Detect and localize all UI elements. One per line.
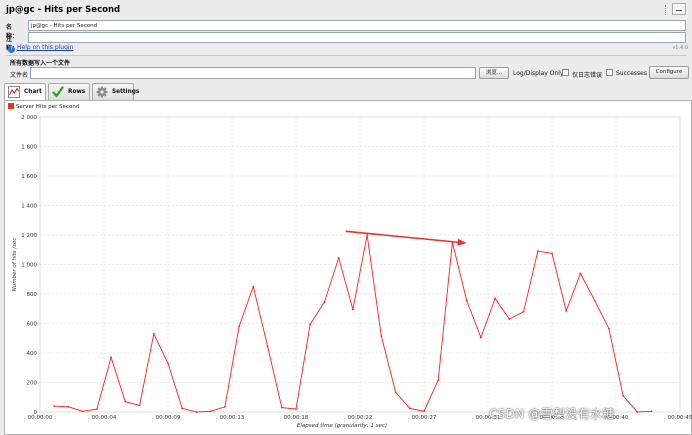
y-tick-label: 600	[27, 322, 38, 328]
y-tick-label: 400	[27, 351, 38, 357]
data-point	[351, 308, 354, 311]
y-tick-label: 800	[27, 292, 38, 298]
data-point	[650, 410, 653, 413]
data-point	[366, 234, 369, 236]
data-point	[195, 411, 198, 413]
data-point	[565, 310, 568, 312]
y-tick-label: 1 600	[21, 174, 37, 180]
data-point	[423, 410, 425, 413]
data-point	[238, 325, 241, 328]
data-point	[323, 301, 326, 304]
data-point	[622, 394, 625, 397]
y-axis-label: Number of hits /sec	[12, 238, 18, 292]
data-point	[465, 299, 468, 302]
data-point	[408, 407, 411, 410]
x-tick-label: 00:00:13	[220, 415, 245, 421]
watermark-text: CSDN @雪梨没有水糖	[489, 407, 615, 421]
x-tick-label: 00:00:18	[284, 415, 309, 421]
data-point	[522, 310, 525, 313]
data-point	[266, 345, 269, 348]
x-tick-label: 00:00:22	[348, 415, 373, 421]
data-point	[67, 405, 70, 408]
y-tick-label: 1 800	[21, 145, 37, 151]
x-tick-label: 00:00:45	[668, 415, 692, 421]
data-point	[536, 250, 539, 253]
data-point	[181, 407, 184, 410]
hits-per-second-chart: 02004006008001 0001 2001 4001 6001 8002 …	[12, 115, 692, 429]
data-point	[167, 362, 169, 365]
data-point	[479, 336, 482, 339]
data-point	[53, 405, 56, 407]
data-point	[607, 327, 610, 330]
data-point	[295, 408, 297, 410]
data-point	[252, 285, 255, 288]
y-tick-label: 1 000	[21, 263, 37, 269]
data-point	[209, 410, 212, 413]
data-point	[81, 410, 84, 413]
y-tick-label: 200	[27, 381, 38, 387]
data-point	[152, 332, 155, 335]
data-point	[280, 406, 283, 409]
data-point	[138, 404, 141, 407]
data-point	[110, 356, 113, 359]
data-point	[636, 411, 639, 413]
data-point	[394, 391, 397, 393]
data-point	[437, 379, 440, 382]
data-point	[508, 318, 511, 320]
data-point	[337, 256, 340, 259]
data-point	[95, 408, 98, 410]
data-point	[579, 272, 582, 275]
x-tick-label: 00:00:04	[92, 415, 117, 421]
x-tick-label: 00:00:27	[412, 415, 437, 421]
y-tick-label: 1 400	[21, 204, 37, 210]
x-tick-label: 00:00:09	[156, 415, 181, 421]
x-axis-label: Elapsed time (granularity: 1 sec)	[297, 423, 387, 429]
data-point	[309, 323, 312, 326]
data-point	[551, 252, 553, 255]
data-point	[494, 297, 497, 300]
x-tick-label: 00:00:00	[28, 415, 53, 421]
y-tick-label: 2 000	[21, 115, 37, 121]
data-point	[380, 335, 383, 337]
y-tick-label: 1 200	[21, 233, 37, 239]
data-point	[223, 405, 226, 408]
data-point	[124, 400, 127, 403]
data-point	[593, 299, 596, 302]
